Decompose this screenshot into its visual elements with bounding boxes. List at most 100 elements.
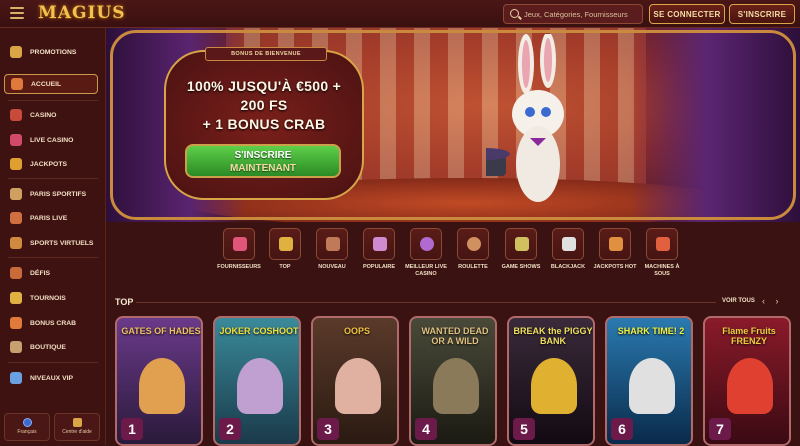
category-meilleur-live-casino[interactable]: MEILLEUR LIVE CASINO bbox=[403, 228, 449, 278]
cta-line-2: MAINTENANT bbox=[229, 163, 297, 174]
section-title: TOP bbox=[115, 297, 134, 307]
sidebar-item-label: JACKPOTS bbox=[30, 160, 68, 168]
category-tile bbox=[223, 228, 255, 260]
promo-line-1: 100% JUSQU'À €500 + bbox=[186, 78, 342, 94]
language-button[interactable]: Français bbox=[4, 413, 50, 441]
star-icon bbox=[279, 237, 293, 251]
sidebar-divider bbox=[8, 362, 98, 363]
game-title: GATES OF HADES bbox=[121, 326, 201, 336]
book-icon bbox=[233, 237, 247, 251]
category-label: ROULETTE bbox=[458, 264, 488, 270]
rank-badge: 7 bbox=[709, 418, 731, 440]
sidebar-item-label: BOUTIQUE bbox=[30, 343, 66, 351]
category-label: MACHINES À SOUS bbox=[644, 264, 680, 277]
sidebar-item-live-casino[interactable]: LIVE CASINO bbox=[4, 130, 98, 150]
gamepad-icon bbox=[10, 237, 22, 249]
category-machines-a-sous[interactable]: MACHINES À SOUS bbox=[639, 228, 685, 278]
game-card[interactable]: OOPS 3 bbox=[311, 316, 399, 446]
sidebar-item-label: ACCUEIL bbox=[31, 80, 62, 88]
game-card[interactable]: Flame Fruits FRENZY 7 bbox=[703, 316, 791, 446]
category-row: FOURNISSEURS TOP NOUVEAU POPULAIRE MEILL… bbox=[106, 228, 800, 290]
gift-icon bbox=[10, 46, 22, 58]
jackpot-icon bbox=[10, 158, 22, 170]
game-card[interactable]: SHARK TIME! 2 6 bbox=[605, 316, 693, 446]
view-all-link[interactable]: VOIR TOUS bbox=[722, 298, 755, 304]
game-art bbox=[139, 358, 185, 414]
new-box-icon bbox=[326, 237, 340, 251]
sidebar-item-sports-virtuels[interactable]: SPORTS VIRTUELS bbox=[4, 233, 98, 253]
game-card[interactable]: GATES OF HADES 1 bbox=[115, 316, 203, 446]
sidebar-item-accueil[interactable]: ACCUEIL bbox=[4, 74, 98, 94]
category-label: BLACKJACK bbox=[550, 264, 586, 270]
category-label: FOURNISSEURS bbox=[217, 264, 261, 270]
search-input[interactable] bbox=[524, 7, 640, 21]
rank-badge: 4 bbox=[415, 418, 437, 440]
search-box[interactable] bbox=[503, 4, 643, 24]
sidebar-item-jackpots[interactable]: JACKPOTS bbox=[4, 154, 98, 174]
category-roulette[interactable]: ROULETTE bbox=[450, 228, 496, 271]
category-nouveau[interactable]: NOUVEAU bbox=[309, 228, 355, 271]
cta-line-1: S'INSCRIRE bbox=[234, 150, 292, 161]
category-game-shows[interactable]: GAME SHOWS bbox=[498, 228, 544, 271]
top-bar: MAGIUS SE CONNECTER S'INSCRIRE bbox=[0, 0, 800, 28]
sidebar-item-tournois[interactable]: TOURNOIS bbox=[4, 288, 98, 308]
category-fournisseurs[interactable]: FOURNISSEURS bbox=[216, 228, 262, 271]
sidebar-item-paris-live[interactable]: PARIS LIVE bbox=[4, 208, 98, 228]
rank-badge: 5 bbox=[513, 418, 535, 440]
section-divider bbox=[136, 302, 716, 303]
help-center-button[interactable]: Centre d'aide bbox=[54, 413, 100, 441]
sidebar-item-label: PARIS LIVE bbox=[30, 214, 68, 222]
login-button[interactable]: SE CONNECTER bbox=[649, 4, 725, 24]
sidebar: PROMOTIONS ACCUEIL CASINO LIVE CASINO JA… bbox=[0, 28, 106, 445]
sidebar-item-label: TOURNOIS bbox=[30, 294, 66, 302]
promo-line-2: 200 FS bbox=[240, 97, 288, 113]
category-tile bbox=[316, 228, 348, 260]
category-top[interactable]: TOP bbox=[262, 228, 308, 271]
sidebar-item-niveaux-vip[interactable]: NIVEAUX VIP bbox=[4, 368, 98, 388]
game-art bbox=[237, 358, 283, 414]
home-icon bbox=[11, 78, 23, 90]
category-blackjack[interactable]: BLACKJACK bbox=[545, 228, 591, 271]
signup-button[interactable]: S'INSCRIRE bbox=[729, 4, 795, 24]
game-card[interactable]: JOKER COSHOOT 2 bbox=[213, 316, 301, 446]
carousel-arrows[interactable]: ‹ › bbox=[762, 296, 783, 306]
category-label: MEILLEUR LIVE CASINO bbox=[405, 264, 447, 277]
cards-icon bbox=[562, 237, 576, 251]
game-art bbox=[335, 358, 381, 414]
sidebar-item-paris-sportifs[interactable]: PARIS SPORTIFS bbox=[4, 184, 98, 204]
sidebar-item-defis[interactable]: DÉFIS bbox=[4, 263, 98, 283]
language-label: Français bbox=[17, 429, 37, 435]
game-card[interactable]: WANTED DEAD OR A WILD 4 bbox=[409, 316, 497, 446]
rank-badge: 6 bbox=[611, 418, 633, 440]
sidebar-item-promotions[interactable]: PROMOTIONS bbox=[4, 42, 98, 62]
category-populaire[interactable]: POPULAIRE bbox=[356, 228, 402, 271]
sidebar-item-label: DÉFIS bbox=[30, 269, 51, 277]
signup-now-button[interactable]: S'INSCRIRE MAINTENANT bbox=[185, 144, 341, 178]
sidebar-item-label: PROMOTIONS bbox=[30, 48, 77, 56]
sidebar-item-label: LIVE CASINO bbox=[30, 136, 74, 144]
category-label: POPULAIRE bbox=[362, 264, 396, 270]
game-title: Flame Fruits FRENZY bbox=[722, 326, 776, 346]
chat-icon bbox=[72, 418, 82, 427]
sidebar-item-boutique[interactable]: BOUTIQUE bbox=[4, 337, 98, 357]
live-casino-icon bbox=[10, 134, 22, 146]
game-title: OOPS bbox=[343, 326, 370, 336]
shop-icon bbox=[10, 341, 22, 353]
promo-line-3: + 1 BONUS CRAB bbox=[202, 116, 326, 132]
game-card[interactable]: BREAK the PIGGY BANK 5 bbox=[507, 316, 595, 446]
sidebar-divider bbox=[8, 100, 98, 101]
search-icon bbox=[510, 9, 519, 18]
sidebar-item-bonus-crab[interactable]: BONUS CRAB bbox=[4, 313, 98, 333]
roulette-icon bbox=[467, 237, 481, 251]
category-jackpots-hot[interactable]: JACKPOTS HOT bbox=[592, 228, 638, 271]
category-tile bbox=[363, 228, 395, 260]
sidebar-divider bbox=[8, 178, 98, 179]
sidebar-item-casino[interactable]: CASINO bbox=[4, 105, 98, 125]
sidebar-item-label: CASINO bbox=[30, 111, 57, 119]
site-logo[interactable]: MAGIUS bbox=[38, 3, 126, 23]
game-title: SHARK TIME! 2 bbox=[617, 326, 685, 336]
menu-icon[interactable] bbox=[10, 7, 24, 19]
hero-banner[interactable]: BONUS DE BIENVENUE 100% JUSQU'À €500 + 2… bbox=[106, 28, 800, 222]
game-art bbox=[629, 358, 675, 414]
help-label: Centre d'aide bbox=[62, 429, 92, 435]
